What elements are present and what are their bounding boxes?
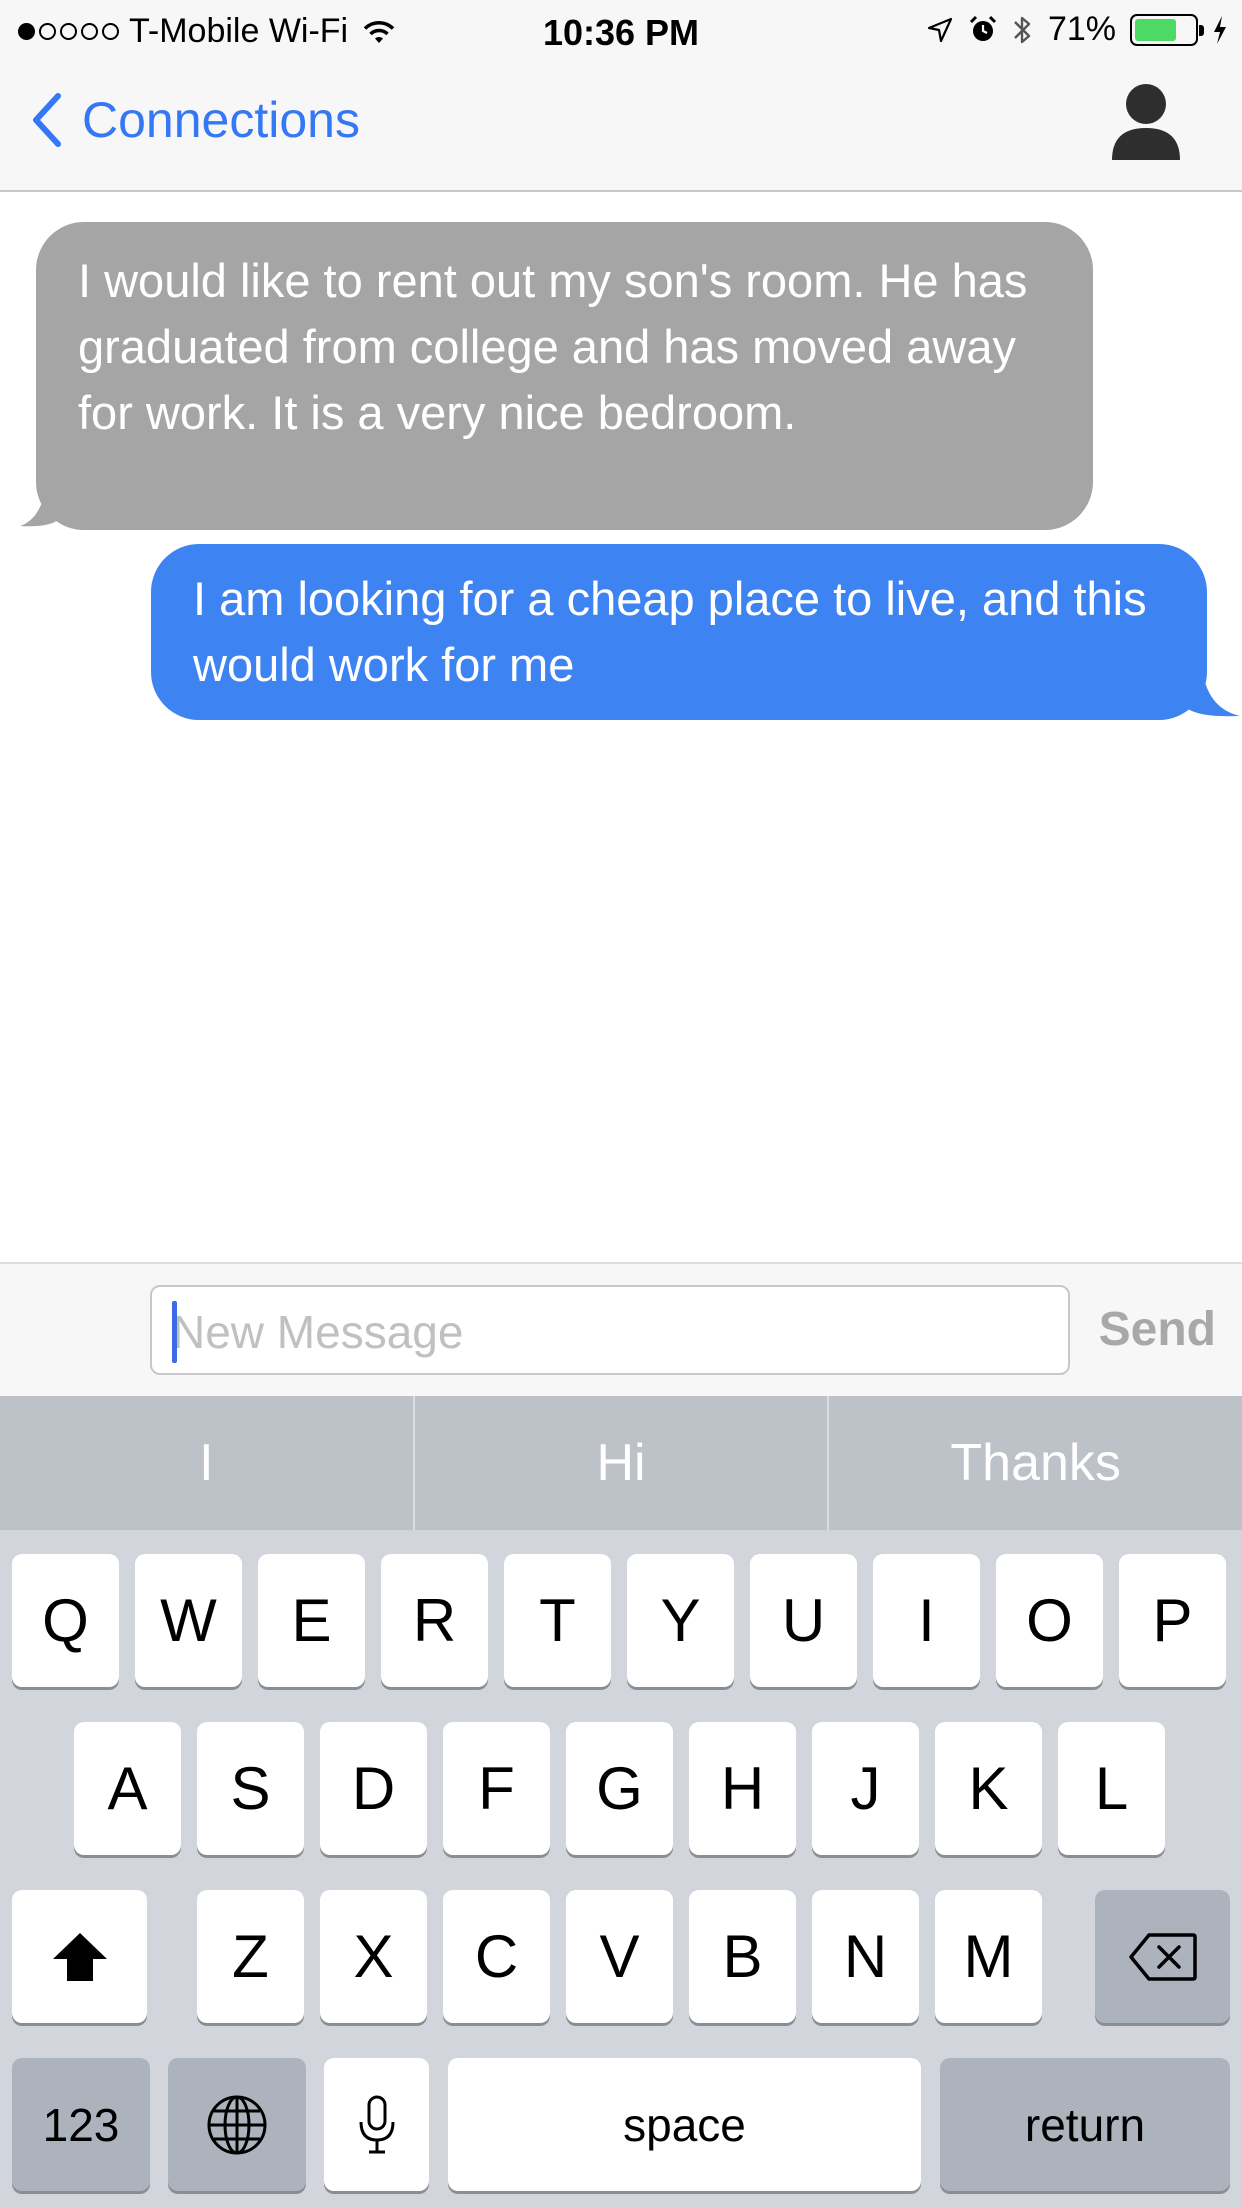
shift-icon	[52, 1932, 107, 1981]
globe-icon	[207, 2095, 267, 2154]
numbers-key[interactable]: 123	[12, 2058, 150, 2191]
keyboard: I Hi Thanks Q W E R T Y U I O P A S D F …	[0, 1396, 1242, 2208]
suggestion-1[interactable]: I	[0, 1396, 413, 1530]
shift-key[interactable]	[12, 1890, 147, 2023]
alarm-icon	[969, 15, 996, 41]
key-r[interactable]: R	[381, 1554, 488, 1687]
key-c[interactable]: C	[443, 1890, 550, 2023]
key-u[interactable]: U	[750, 1554, 857, 1687]
incoming-message: I would like to rent out my son's room. …	[36, 222, 1093, 530]
suggestion-2[interactable]: Hi	[412, 1396, 828, 1530]
backspace-icon	[1128, 1932, 1197, 1981]
key-t[interactable]: T	[504, 1554, 611, 1687]
key-p[interactable]: P	[1119, 1554, 1226, 1687]
key-k[interactable]: K	[935, 1722, 1042, 1855]
text-caret	[172, 1301, 177, 1363]
suggestion-3[interactable]: Thanks	[827, 1396, 1242, 1530]
message-thread[interactable]: I would like to rent out my son's room. …	[0, 192, 1242, 1262]
back-label: Connections	[82, 92, 360, 148]
key-i[interactable]: I	[873, 1554, 980, 1687]
delete-key[interactable]	[1095, 1890, 1230, 2023]
space-key[interactable]: space	[448, 2058, 921, 2191]
status-bar: T-Mobile Wi-Fi 10:36 PM 71%	[0, 0, 1242, 62]
key-s[interactable]: S	[197, 1722, 304, 1855]
outgoing-message: I am looking for a cheap place to live, …	[151, 544, 1207, 720]
globe-key[interactable]	[168, 2058, 306, 2191]
dictation-key[interactable]	[324, 2058, 429, 2191]
key-j[interactable]: J	[812, 1722, 919, 1855]
contact-avatar-button[interactable]	[1108, 80, 1184, 166]
chevron-left-icon	[33, 93, 61, 147]
message-composer: New Message Send	[0, 1262, 1242, 1396]
key-q[interactable]: Q	[12, 1554, 119, 1687]
key-o[interactable]: O	[996, 1554, 1103, 1687]
key-l[interactable]: L	[1058, 1722, 1165, 1855]
key-m[interactable]: M	[935, 1890, 1042, 2023]
return-key[interactable]: return	[940, 2058, 1230, 2191]
send-button[interactable]: Send	[1099, 1302, 1216, 1357]
key-x[interactable]: X	[320, 1890, 427, 2023]
nav-bar: Connections	[0, 62, 1242, 192]
key-v[interactable]: V	[566, 1890, 673, 2023]
key-z[interactable]: Z	[197, 1890, 304, 2023]
charging-icon	[1214, 15, 1226, 44]
key-b[interactable]: B	[689, 1890, 796, 2023]
key-f[interactable]: F	[443, 1722, 550, 1855]
battery-percent: 71%	[1047, 10, 1116, 48]
location-icon	[927, 17, 953, 42]
status-right: 71%	[926, 10, 1228, 49]
back-button[interactable]: Connections	[30, 90, 360, 150]
key-h[interactable]: H	[689, 1722, 796, 1855]
key-d[interactable]: D	[320, 1722, 427, 1855]
key-y[interactable]: Y	[627, 1554, 734, 1687]
bluetooth-icon	[1014, 16, 1031, 43]
new-message-input[interactable]: New Message	[150, 1285, 1070, 1375]
predictive-bar: I Hi Thanks	[0, 1396, 1242, 1530]
input-placeholder: New Message	[172, 1306, 464, 1358]
microphone-icon	[359, 2095, 394, 2153]
key-g[interactable]: G	[566, 1722, 673, 1855]
key-w[interactable]: W	[135, 1554, 242, 1687]
person-icon	[1112, 84, 1180, 160]
key-n[interactable]: N	[812, 1890, 919, 2023]
key-a[interactable]: A	[74, 1722, 181, 1855]
battery-icon	[1130, 13, 1204, 46]
key-e[interactable]: E	[258, 1554, 365, 1687]
battery-level	[1135, 18, 1177, 41]
